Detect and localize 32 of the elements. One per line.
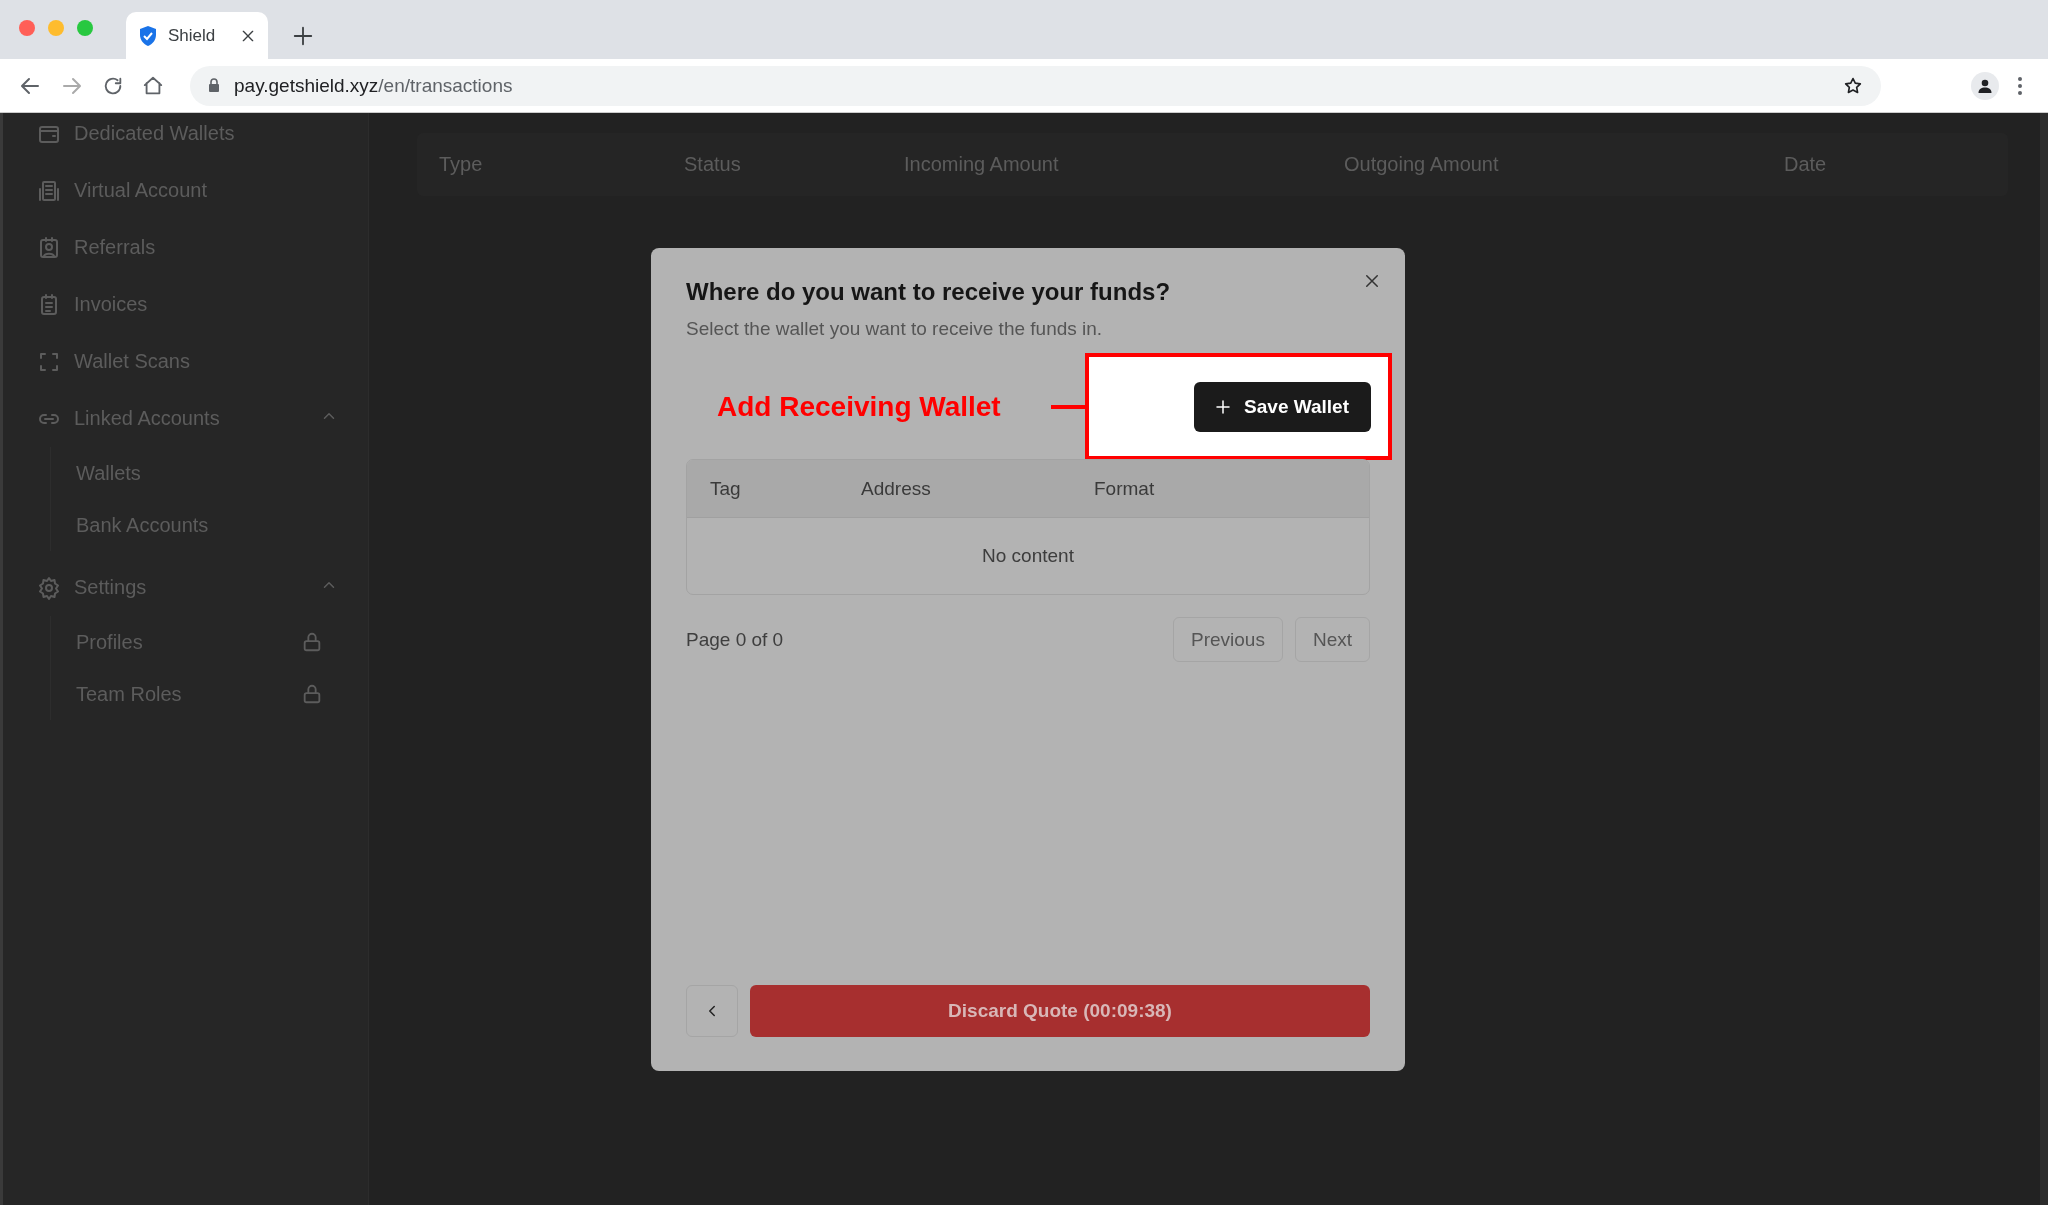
close-button[interactable] <box>1363 272 1381 290</box>
profile-button[interactable] <box>1971 71 1999 100</box>
close-icon <box>1363 272 1381 290</box>
dialog-title: Where do you want to receive your funds? <box>686 278 1172 306</box>
id-badge-icon <box>37 235 61 260</box>
new-tab-button[interactable] <box>292 25 314 47</box>
plus-icon <box>292 25 314 47</box>
building-icon <box>37 178 61 203</box>
empty-message: No content <box>981 544 1075 568</box>
menu-icon[interactable] <box>2017 75 2023 96</box>
column-header: Format <box>1094 477 1156 500</box>
scrollbar[interactable] <box>2040 113 2048 1205</box>
column-header: Tag <box>710 477 742 500</box>
shield-icon <box>138 24 158 47</box>
page-info: Page 0 of 0 <box>686 628 785 651</box>
person-icon <box>1977 77 1993 94</box>
home-icon[interactable] <box>142 74 164 97</box>
annotation-label: Add Receiving Wallet <box>717 390 1001 423</box>
url-text: pay.getshield.xyz/en/transactions <box>234 74 514 97</box>
column-header: Address <box>861 477 932 500</box>
discard-quote-button[interactable]: Discard Quote (00:09:38) <box>750 985 1370 1037</box>
dialog-subtitle: Select the wallet you want to receive the funds in. <box>686 318 1104 340</box>
tab-title: Shield <box>168 25 217 46</box>
lock-icon <box>208 78 220 93</box>
save-wallet-button[interactable]: Save Wallet <box>1194 381 1371 432</box>
pagination-button[interactable]: Previous <box>1173 617 1283 662</box>
address-bar[interactable]: pay.getshield.xyz/en/transactions <box>190 65 1881 106</box>
pagination-button[interactable]: Next <box>1294 617 1370 662</box>
plus-icon <box>1214 397 1233 416</box>
settings-icon <box>37 575 61 600</box>
star-icon[interactable] <box>1843 75 1863 96</box>
browser-tab[interactable]: Shield <box>126 12 268 59</box>
